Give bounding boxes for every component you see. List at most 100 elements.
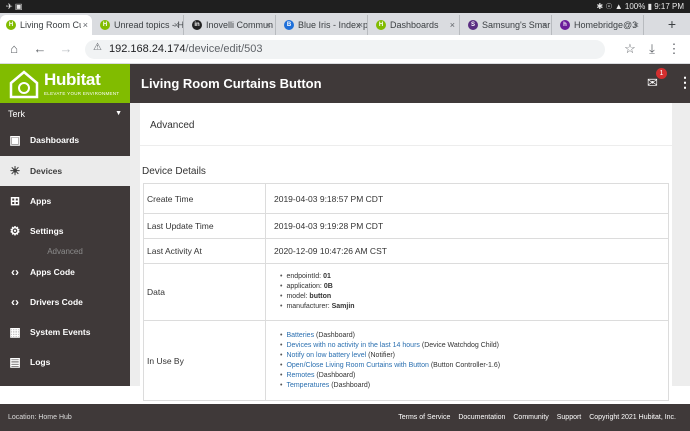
- page-header: Living Room Curtains Button ✉ 1 ⋮: [130, 64, 690, 103]
- sidebar-item-system-events[interactable]: ▦ System Events: [0, 317, 130, 347]
- data-key: endpointId:: [286, 273, 322, 280]
- tab-close-icon[interactable]: ×: [448, 15, 455, 35]
- browser-menu-icon[interactable]: ⋮: [666, 41, 682, 57]
- data-key: application:: [286, 283, 322, 290]
- data-key: manufacturer:: [286, 303, 330, 310]
- row-value: 2019-04-03 9:18:57 PM CDT: [265, 183, 669, 214]
- tab-favicon-icon: H: [6, 20, 16, 30]
- tab-close-icon[interactable]: ×: [632, 15, 639, 35]
- in-use-by-note: (Dashboard): [316, 331, 355, 339]
- hubitat-logo[interactable]: Hubitat ELEVATE YOUR ENVIRONMENT: [0, 64, 130, 103]
- new-tab-button[interactable]: +: [668, 13, 676, 35]
- browser-tab[interactable]: H Unread topics - H ×: [94, 15, 184, 35]
- list-item: Notify on low battery level (Notifier): [280, 351, 668, 361]
- browser-tab[interactable]: H Dashboards ×: [370, 15, 460, 35]
- notification-badge: 1: [656, 68, 667, 79]
- tab-favicon-icon: S: [468, 20, 478, 30]
- row-value: 2019-04-03 9:19:28 PM CDT: [265, 213, 669, 239]
- list-item: Open/Close Living Room Curtains with But…: [280, 361, 668, 371]
- browser-tab[interactable]: S Samsung's Smar ×: [462, 15, 552, 35]
- sidebar-item-dashboards[interactable]: ▣ Dashboards: [0, 125, 130, 155]
- data-value: 01: [323, 273, 331, 280]
- status-bar: ✈ ▣ ✱ ☉ ▲ 100% ▮ 9:17 PM: [0, 0, 690, 13]
- more-options-icon[interactable]: ⋮: [678, 74, 690, 91]
- sidebar-item-label: Apps: [30, 196, 52, 206]
- row-value: endpointId: 01application: 0Bmodel: butt…: [265, 263, 669, 321]
- advanced-toggle[interactable]: Advanced: [150, 120, 194, 131]
- sidebar: Terk ▼ Advanced ▣ Dashboards ☀ Devices ⊞ Apps…: [0, 103, 130, 386]
- in-use-by-link[interactable]: Remotes: [286, 372, 314, 379]
- status-bar-right: ✱ ☉ ▲ 100% ▮ 9:17 PM: [596, 2, 684, 11]
- data-key: model:: [286, 293, 308, 300]
- browser-tab[interactable]: H Living Room Cur ×: [0, 15, 92, 35]
- in-use-by-link[interactable]: Notify on low battery level: [286, 352, 366, 359]
- sidebar-item-devices[interactable]: ☀ Devices: [0, 156, 130, 186]
- not-secure-icon[interactable]: ⚠: [93, 42, 102, 53]
- row-value: 2020-12-09 10:47:26 AM CST: [265, 238, 669, 264]
- device-details-table: Create Time 2019-04-03 9:18:57 PM CDT La…: [143, 183, 669, 401]
- url-input[interactable]: ⚠ 192.168.24.174/device/edit/503: [85, 40, 605, 59]
- list-item: model: button: [280, 292, 668, 302]
- row-label: Last Update Time: [143, 213, 266, 239]
- table-row: Last Update Time 2019-04-03 9:19:28 PM C…: [143, 213, 669, 239]
- tab-close-icon[interactable]: ×: [172, 15, 179, 35]
- sidebar-item-drivers-code[interactable]: ‹› Drivers Code: [0, 287, 130, 317]
- apps-icon: ⊞: [9, 194, 21, 208]
- forward-icon[interactable]: →: [58, 41, 74, 57]
- in-use-by-link[interactable]: Temperatures: [286, 382, 329, 389]
- lightbulb-icon: ☀: [9, 164, 21, 178]
- tab-close-icon[interactable]: ×: [356, 15, 363, 35]
- download-icon[interactable]: ⤓: [644, 41, 660, 57]
- notifications-icon[interactable]: ✉: [647, 75, 658, 91]
- tab-label: Homebridge@3: [574, 20, 638, 30]
- browser-tab[interactable]: h Homebridge@3 ×: [554, 15, 644, 35]
- browser-tab[interactable]: B Blue Iris - Index p ×: [278, 15, 368, 35]
- data-value: button: [309, 293, 332, 300]
- footer-link-terms[interactable]: Terms of Service: [398, 414, 450, 421]
- code-icon: ‹›: [11, 295, 19, 309]
- tab-label: Living Room Cur: [20, 20, 88, 30]
- footer-link-documentation[interactable]: Documentation: [458, 414, 505, 421]
- footer: Location: Home Hub Terms of Service Docu…: [0, 404, 690, 431]
- in-use-by-link[interactable]: Batteries: [286, 332, 314, 339]
- table-row: Last Activity At 2020-12-09 10:47:26 AM …: [143, 238, 669, 264]
- divider: [140, 145, 672, 146]
- main-content: Advanced Device Details Create Time 2019…: [130, 103, 690, 401]
- in-use-by-link[interactable]: Open/Close Living Room Curtains with But…: [286, 362, 428, 369]
- in-use-by-note: (Device Watchdog Child): [421, 341, 500, 349]
- sidebar-item-apps[interactable]: ⊞ Apps: [0, 186, 130, 216]
- footer-link-support[interactable]: Support: [557, 414, 582, 421]
- code-icon: ‹›: [11, 265, 19, 279]
- brand-tagline: ELEVATE YOUR ENVIRONMENT: [44, 91, 120, 96]
- tab-close-icon[interactable]: ×: [264, 15, 271, 35]
- sidebar-item-label: System Events: [30, 327, 91, 337]
- sidebar-item-label: Logs: [30, 357, 51, 367]
- row-label: Last Activity At: [143, 238, 266, 264]
- tab-close-icon[interactable]: ×: [540, 15, 547, 35]
- table-row: Create Time 2019-04-03 9:18:57 PM CDT: [143, 183, 669, 214]
- settings-icon: ⚙: [9, 224, 21, 238]
- bookmark-star-icon[interactable]: ☆: [622, 41, 638, 57]
- back-icon[interactable]: ←: [32, 41, 48, 57]
- tab-favicon-icon: in: [192, 20, 202, 30]
- home-icon[interactable]: ⌂: [6, 41, 22, 57]
- data-value: Samjin: [331, 303, 355, 310]
- table-row: In Use By Batteries (Dashboard)Devices w…: [143, 320, 669, 401]
- list-item: application: 0B: [280, 282, 668, 292]
- footer-copyright: Copyright 2021 Hubitat, Inc.: [589, 414, 676, 421]
- tab-favicon-icon: B: [284, 20, 294, 30]
- house-logo-icon: [9, 70, 39, 99]
- tab-label: Dashboards: [390, 20, 439, 30]
- sidebar-item-settings[interactable]: ⚙ Settings: [0, 216, 130, 246]
- sidebar-item-logs[interactable]: ▤ Logs: [0, 347, 130, 377]
- in-use-by-link[interactable]: Devices with no activity in the last 14 …: [286, 342, 419, 349]
- hub-selector[interactable]: Terk ▼: [0, 103, 130, 125]
- data-value: 0B: [323, 283, 333, 290]
- in-use-by-note: (Notifier): [368, 351, 396, 359]
- page-title: Living Room Curtains Button: [141, 76, 322, 91]
- browser-tab[interactable]: in Inovelli Commun ×: [186, 15, 276, 35]
- sidebar-item-apps-code[interactable]: ‹› Apps Code: [0, 257, 130, 287]
- footer-link-community[interactable]: Community: [513, 414, 548, 421]
- section-title: Device Details: [142, 166, 206, 177]
- tab-close-icon[interactable]: ×: [80, 15, 88, 35]
